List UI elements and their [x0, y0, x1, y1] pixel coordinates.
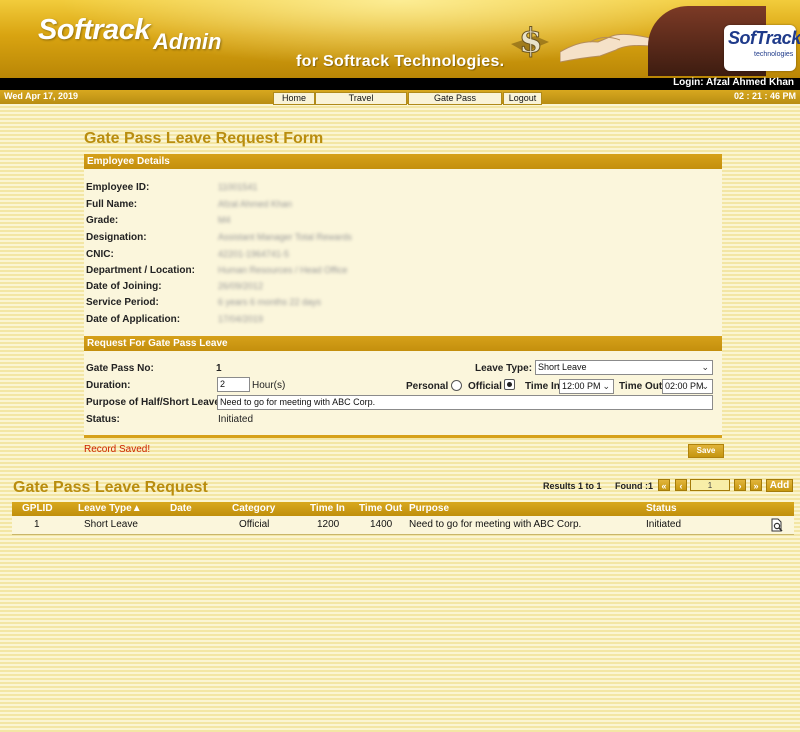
time-in-value: 12:00 PM: [562, 381, 601, 391]
handshake-icon: [560, 33, 650, 63]
results-count: Results 1 to 1: [543, 481, 602, 491]
leave-type-select[interactable]: Short Leave ⌄: [535, 360, 713, 375]
personal-radio[interactable]: [451, 380, 462, 391]
cell-category: Official: [239, 519, 270, 530]
current-time: 02 : 21 : 46 PM: [733, 91, 796, 101]
personal-label: Personal: [406, 381, 449, 392]
cell-time-out: 1400: [370, 519, 393, 530]
date-of-joining-value: 26/09/2012: [218, 281, 264, 291]
cell-status: Initiated: [646, 519, 682, 530]
cnic-value: 42201-1964741-5: [218, 249, 290, 259]
table-row[interactable]: 1 Short Leave Official 1200 1400 Need to…: [12, 516, 794, 535]
table-header: GPLID Leave Type▲ Date Category Time In …: [12, 502, 794, 516]
gate-pass-no-label: Gate Pass No:: [86, 363, 154, 374]
employee-details-header: Employee Details: [84, 154, 722, 169]
col-category[interactable]: Category: [232, 503, 275, 514]
request-section-header: Request For Gate Pass Leave: [84, 336, 722, 351]
chevron-down-icon: ⌄: [701, 362, 709, 372]
logo-text: SofTrack: [728, 28, 800, 48]
add-button[interactable]: Add: [766, 479, 793, 492]
col-status[interactable]: Status: [646, 503, 677, 514]
full-name-value: Afzal Ahmed Khan: [218, 199, 293, 209]
duration-input[interactable]: 2: [217, 377, 250, 392]
last-page-icon[interactable]: »: [750, 479, 762, 491]
cnic-label: CNIC:: [86, 249, 114, 260]
nav-logout[interactable]: Logout: [503, 92, 542, 105]
svg-text:$: $: [519, 22, 543, 61]
gate-pass-form: Employee Details Employee ID: 11001541 F…: [84, 154, 722, 438]
leave-type-label: Leave Type:: [475, 363, 533, 374]
duration-label: Duration:: [86, 380, 131, 391]
logo-subtext: technologies: [754, 51, 794, 58]
chevron-down-icon: ⌄: [602, 381, 610, 391]
col-time-out[interactable]: Time Out: [359, 503, 402, 514]
company-logo: SofTrack technologies: [724, 25, 800, 71]
department-value: Human Resources / Head Office: [218, 265, 348, 275]
col-gplid[interactable]: GPLID: [22, 503, 53, 514]
chevron-down-icon: ⌄: [701, 381, 709, 391]
record-saved-message: Record Saved!: [84, 444, 151, 455]
designation-label: Designation:: [86, 232, 147, 243]
brand-subtitle: Admin: [153, 29, 222, 54]
brand-name: Softrack: [38, 14, 151, 46]
status-label: Status:: [86, 414, 120, 425]
nav-travel[interactable]: Travel: [315, 92, 407, 105]
official-radio[interactable]: [504, 379, 515, 390]
cell-gplid: 1: [34, 519, 40, 530]
dollar-icon: $: [511, 22, 549, 62]
service-period-value: 6 years 6 months 22 days: [218, 297, 322, 307]
gate-pass-no-value: 1: [216, 363, 222, 374]
time-out-label: Time Out: [619, 381, 663, 392]
full-name-label: Full Name:: [86, 199, 138, 210]
current-date: Wed Apr 17, 2019: [4, 91, 79, 101]
department-label: Department / Location:: [86, 265, 195, 276]
service-period-label: Service Period:: [86, 297, 159, 308]
nav-gate-pass[interactable]: Gate Pass: [408, 92, 502, 105]
found-count: Found :1: [615, 481, 653, 491]
nav-home[interactable]: Home: [273, 92, 315, 105]
designation-value: Assistant Manager Total Rewards: [218, 232, 352, 242]
cell-time-in: 1200: [317, 519, 340, 530]
col-purpose[interactable]: Purpose: [409, 503, 449, 514]
login-user: Login: Afzal Ahmed Khan: [673, 77, 794, 88]
grade-value: M4: [218, 215, 231, 225]
prev-page-icon[interactable]: ‹: [675, 479, 687, 491]
official-label: Official: [468, 381, 502, 392]
employee-id-value: 11001541: [218, 182, 258, 192]
login-strip: Login: Afzal Ahmed Khan: [0, 77, 800, 90]
time-out-value: 02:00 PM: [665, 381, 704, 391]
leave-type-value: Short Leave: [538, 362, 587, 372]
employee-id-label: Employee ID:: [86, 182, 150, 193]
list-title: Gate Pass Leave Request: [13, 479, 208, 496]
page-number-input[interactable]: 1: [690, 479, 730, 491]
next-page-icon[interactable]: ›: [734, 479, 746, 491]
nav-bar: Wed Apr 17, 2019 Home Travel Gate Pass L…: [0, 90, 800, 105]
tagline: for Softrack Technologies.: [296, 53, 505, 70]
grade-label: Grade:: [86, 215, 119, 226]
save-button[interactable]: Save: [688, 444, 724, 458]
status-value: Initiated: [218, 414, 254, 425]
col-date[interactable]: Date: [170, 503, 192, 514]
first-page-icon[interactable]: «: [658, 479, 670, 491]
date-of-application-label: Date of Application:: [86, 314, 181, 325]
header-banner: Softrack Admin for Softrack Technologies…: [0, 0, 800, 78]
time-out-select[interactable]: 02:00 PM ⌄: [662, 379, 713, 394]
col-leave-type[interactable]: Leave Type▲: [78, 503, 142, 514]
form-title: Gate Pass Leave Request Form: [84, 130, 324, 147]
purpose-label: Purpose of Half/Short Leave:: [86, 397, 224, 408]
duration-unit: Hour(s): [252, 380, 286, 391]
view-details-icon[interactable]: [770, 518, 784, 532]
date-of-application-value: 17/04/2019: [218, 314, 264, 324]
purpose-input[interactable]: Need to go for meeting with ABC Corp.: [217, 395, 713, 410]
form-bottom-divider: [84, 435, 722, 438]
time-in-label: Time In: [525, 381, 560, 392]
cell-purpose: Need to go for meeting with ABC Corp.: [409, 519, 582, 530]
time-in-select[interactable]: 12:00 PM ⌄: [559, 379, 614, 394]
date-of-joining-label: Date of Joining:: [86, 281, 162, 292]
cell-leave-type: Short Leave: [84, 519, 138, 530]
col-time-in[interactable]: Time In: [310, 503, 345, 514]
